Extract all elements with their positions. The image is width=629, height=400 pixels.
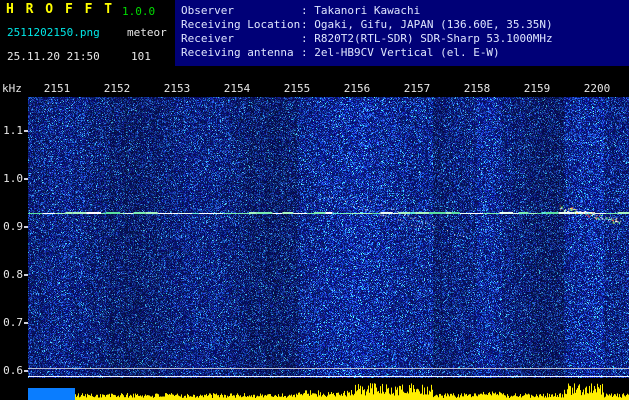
hrofft-screen: H R O F F T 1.0.0 2511202150.png meteor … [0, 0, 629, 400]
freq-tick-label: 0.6 [3, 364, 23, 377]
time-tick-label: 2157 [403, 82, 431, 95]
y-axis-unit-label: kHz [2, 82, 22, 95]
observation-datetime: 25.11.20 21:50 [7, 50, 100, 63]
observation-info-panel: Observer: Takanori Kawachi Receiving Loc… [175, 0, 629, 66]
activity-histogram-canvas [28, 379, 629, 400]
freq-tick-label: 1.1 [3, 124, 23, 137]
info-colon: : [301, 4, 315, 17]
freq-tick-label: 0.7 [3, 316, 23, 329]
time-tick-label: 2151 [43, 82, 71, 95]
observation-mode-label: meteor [127, 26, 167, 39]
info-row-location: Receiving Location: Ogaki, Gifu, JAPAN (… [181, 18, 553, 31]
echo-count: 101 [131, 50, 151, 63]
info-row-receiver: Receiver: R820T2(RTL-SDR) SDR-Sharp 53.1… [181, 32, 553, 45]
time-tick-label: 2159 [523, 82, 551, 95]
time-tick-label: 2154 [223, 82, 251, 95]
output-filename: 2511202150.png [7, 26, 100, 39]
info-colon: : [301, 46, 315, 59]
time-tick-label: 2200 [583, 82, 611, 95]
spectrogram-canvas [28, 97, 629, 378]
info-row-observer: Observer: Takanori Kawachi [181, 4, 420, 17]
time-tick-label: 2152 [103, 82, 131, 95]
time-tick-label: 2156 [343, 82, 371, 95]
info-label: Receiving Location [181, 18, 301, 31]
info-label: Receiver [181, 32, 234, 45]
app-version: 1.0.0 [122, 5, 156, 18]
time-tick-label: 2153 [163, 82, 191, 95]
info-value: Ogaki, Gifu, JAPAN (136.60E, 35.35N) [314, 18, 553, 31]
time-tick-label: 2155 [283, 82, 311, 95]
info-colon: : [301, 18, 315, 31]
time-tick-label: 2158 [463, 82, 491, 95]
info-value: Takanori Kawachi [314, 4, 421, 17]
freq-tick-label: 0.8 [3, 268, 23, 281]
freq-tick-label: 1.0 [3, 172, 23, 185]
info-label: Receiving antenna [181, 46, 294, 59]
info-value: R820T2(RTL-SDR) SDR-Sharp 53.1000MHz [314, 32, 553, 45]
info-value: 2el-HB9CV Vertical (el. E-W) [314, 46, 500, 59]
info-colon: : [301, 32, 315, 45]
freq-tick-label: 0.9 [3, 220, 23, 233]
app-title: H R O F F T [6, 2, 115, 17]
info-label: Observer [181, 4, 234, 17]
info-row-antenna: Receiving antenna: 2el-HB9CV Vertical (e… [181, 46, 500, 59]
